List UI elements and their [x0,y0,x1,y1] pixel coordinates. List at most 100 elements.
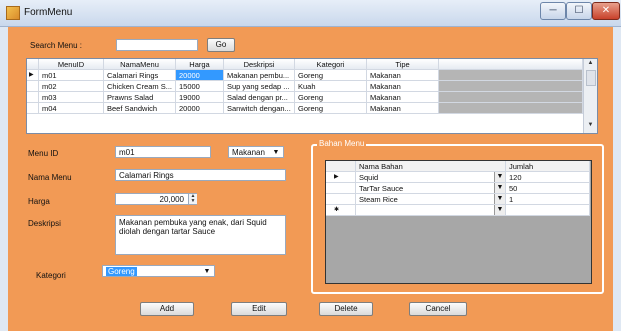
menu-grid-cell[interactable]: Beef Sandwich [104,103,176,114]
menu-grid-cell[interactable]: Kuah [295,81,367,92]
chevron-down-icon[interactable]: ▼ [494,194,505,204]
app-icon [6,6,20,20]
menu-grid-cell[interactable]: 20000 [176,70,224,81]
menu-grid-row-filler [439,81,583,92]
bahan-row-selector[interactable]: ▶ [326,172,356,183]
menu-grid-cell[interactable]: 19000 [176,92,224,103]
menu-grid-column-header[interactable]: NamaMenu [104,59,176,70]
tipe-value: Makanan [232,148,265,157]
search-input[interactable] [116,39,198,51]
bahan-nama-combo[interactable]: ▼ [356,205,506,216]
tipe-dropdown[interactable]: Makanan ▼ [228,146,284,158]
menu-grid-cell[interactable]: 20000 [176,103,224,114]
menu-grid-cell[interactable]: Makanan [367,92,439,103]
bahan-nama-value: Steam Rice [359,195,398,204]
menu-grid-scrollbar[interactable]: ▲ ▼ [583,59,597,133]
menu-id-field[interactable]: m01 [115,146,211,158]
bahan-row-selector[interactable]: ✱ [326,205,356,216]
bahan-nama-combo[interactable]: Squid ▼ [356,172,506,183]
menu-grid-cell[interactable]: Salad dengan pr... [224,92,295,103]
menu-grid[interactable]: MenuID NamaMenu Harga Deskripsi Kategori Tipe… [26,58,598,134]
kategori-dropdown[interactable]: Goreng ▼ [102,265,215,277]
menu-grid-cell[interactable]: m02 [39,81,104,92]
harga-numeric-field[interactable]: 20,000 [115,193,197,205]
maximize-button[interactable]: ☐ [566,2,592,20]
row-selector[interactable] [27,92,39,103]
bahan-column-header[interactable]: Nama Bahan [356,161,506,172]
bahan-nama-combo[interactable]: Steam Rice ▼ [356,194,506,205]
title-bar[interactable]: FormMenu ─ ☐ ✕ [0,0,621,27]
menu-grid-cell[interactable]: Makanan [367,81,439,92]
menu-grid-column-header[interactable]: Kategori [295,59,367,70]
window-title: FormMenu [24,7,73,18]
bahan-column-header[interactable]: Jumlah [506,161,590,172]
bahan-menu-title: Bahan Menu [317,139,367,148]
menu-grid-row-filler [439,103,583,114]
menu-grid-cell[interactable]: Chicken Cream S... [104,81,176,92]
menu-grid-cell[interactable]: Prawns Salad [104,92,176,103]
row-selector[interactable]: ▶ [27,70,39,81]
chevron-down-icon[interactable]: ▼ [271,148,281,158]
kategori-value: Goreng [106,267,137,276]
search-label: Search Menu : [30,41,83,50]
bahan-nama-value: TarTar Sauce [359,184,404,193]
bahan-row-header-corner [326,161,356,172]
menu-grid-cell[interactable]: Goreng [295,92,367,103]
menu-grid-cell[interactable]: Makanan pembu... [224,70,295,81]
menu-grid-column-header[interactable]: Deskripsi [224,59,295,70]
menu-id-label: Menu ID [28,149,59,158]
chevron-down-icon[interactable]: ▼ [494,183,505,193]
bahan-jumlah-cell[interactable]: 120 [506,172,590,183]
row-header-corner [27,59,39,70]
bahan-nama-combo[interactable]: TarTar Sauce ▼ [356,183,506,194]
bahan-jumlah-cell[interactable]: 1 [506,194,590,205]
cancel-button[interactable]: Cancel [409,302,467,316]
menu-grid-cell[interactable]: m01 [39,70,104,81]
menu-grid-cell[interactable]: Goreng [295,103,367,114]
add-button[interactable]: Add [140,302,194,316]
menu-grid-cell[interactable]: m04 [39,103,104,114]
scroll-down-icon[interactable]: ▼ [586,122,595,130]
menu-grid-cell[interactable]: Goreng [295,70,367,81]
menu-grid-header-filler [439,59,583,70]
delete-button[interactable]: Delete [319,302,373,316]
menu-grid-row-filler [439,92,583,103]
bahan-menu-group: Bahan Menu Nama Bahan Jumlah ▶ Squid ▼ 120 Tar… [311,139,604,294]
menu-grid-cell[interactable]: Calamari Rings [104,70,176,81]
bahan-row-selector[interactable] [326,194,356,205]
menu-grid-column-header[interactable]: Harga [176,59,224,70]
menu-grid-column-header[interactable]: Tipe [367,59,439,70]
menu-grid-cell[interactable]: m03 [39,92,104,103]
nama-menu-label: Nama Menu [28,173,72,182]
minimize-button[interactable]: ─ [540,2,566,20]
row-selector[interactable] [27,81,39,92]
scroll-up-icon[interactable]: ▲ [586,60,595,68]
go-button[interactable]: Go [207,38,235,52]
form-client-area: Search Menu : Go MenuID NamaMenu Harga Desk… [8,27,613,331]
spin-down-icon[interactable]: ▼ [188,199,197,204]
form-menu-window: FormMenu ─ ☐ ✕ Search Menu : Go MenuID Na… [0,0,621,331]
menu-grid-row-filler [439,70,583,81]
bahan-jumlah-cell[interactable]: 50 [506,183,590,194]
menu-grid-cell[interactable]: Makanan [367,103,439,114]
bahan-row-selector[interactable] [326,183,356,194]
scroll-thumb[interactable] [586,70,596,86]
chevron-down-icon[interactable]: ▼ [494,205,505,215]
menu-grid-cell[interactable]: Makanan [367,70,439,81]
chevron-down-icon[interactable]: ▼ [494,172,505,182]
bahan-grid[interactable]: Nama Bahan Jumlah ▶ Squid ▼ 120 TarTar Sauce ▼ 5… [325,160,592,284]
nama-menu-field[interactable]: Calamari Rings [115,169,286,181]
edit-button[interactable]: Edit [231,302,287,316]
close-button[interactable]: ✕ [592,2,620,20]
menu-grid-cell[interactable]: 15000 [176,81,224,92]
bahan-nama-value: Squid [359,173,379,182]
row-selector[interactable] [27,103,39,114]
menu-grid-cell[interactable]: Sup yang sedap ... [224,81,295,92]
harga-label: Harga [28,197,50,206]
deskripsi-textarea[interactable]: Makanan pembuka yang enak, dari Squid di… [115,215,286,255]
menu-grid-column-header[interactable]: MenuID [39,59,104,70]
bahan-jumlah-cell[interactable] [506,205,590,216]
menu-grid-cell[interactable]: Sanwitch dengan... [224,103,295,114]
chevron-down-icon[interactable]: ▼ [202,267,212,277]
kategori-label: Kategori [36,271,66,280]
